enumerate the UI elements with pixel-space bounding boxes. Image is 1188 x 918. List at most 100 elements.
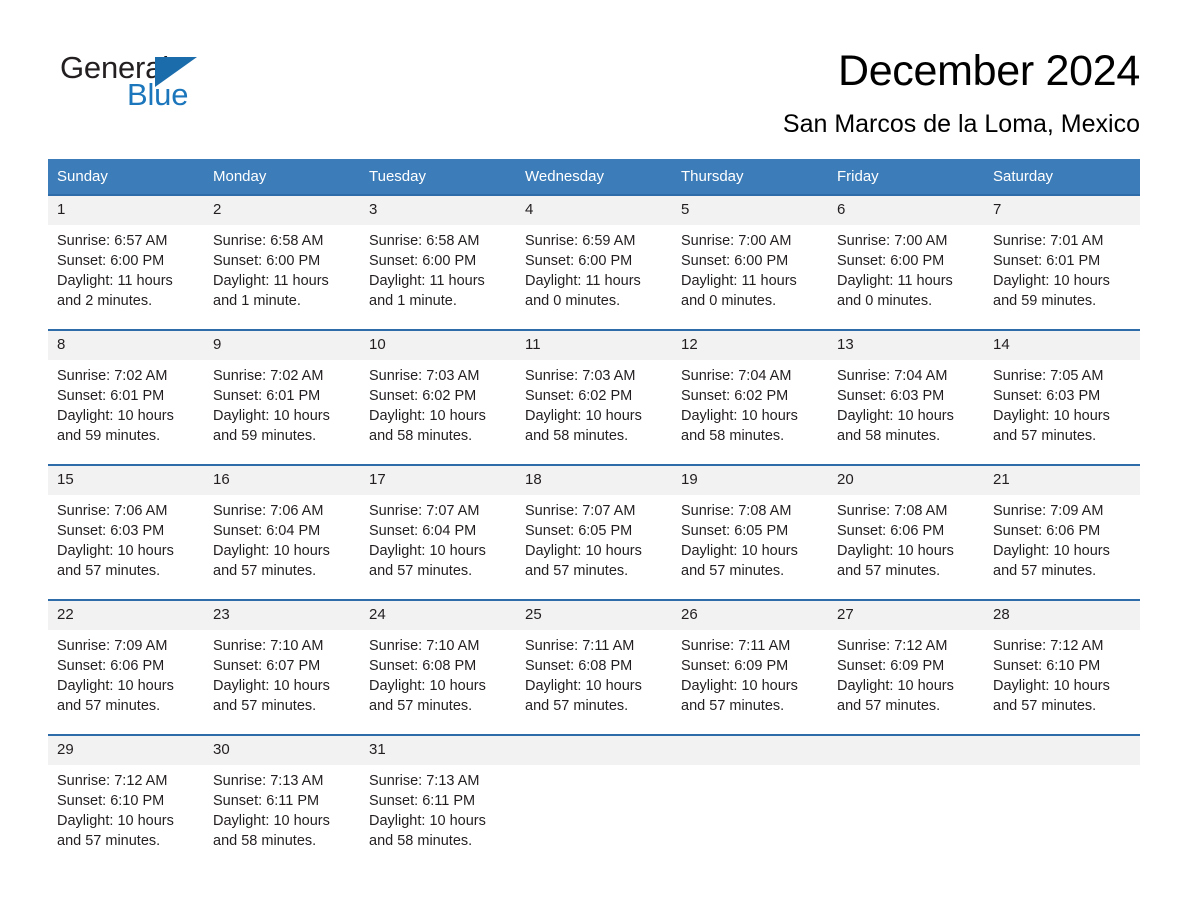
sunrise-text: Sunrise: 7:00 AM [681,233,792,249]
sunset-text: Sunset: 6:08 PM [369,658,477,674]
daylight-text-line2: and 57 minutes. [213,698,317,714]
sunset-text: Sunset: 6:10 PM [993,658,1101,674]
sunrise-text: Sunrise: 7:07 AM [369,503,480,519]
daylight-text-line2: and 59 minutes. [993,293,1097,309]
day-cell[interactable]: 8 Sunrise: 7:02 AM Sunset: 6:01 PM Dayli… [48,329,204,465]
day-cell[interactable]: 10 Sunrise: 7:03 AM Sunset: 6:02 PM Dayl… [360,329,516,465]
sunset-text: Sunset: 6:03 PM [993,388,1101,404]
daylight-text-line1: Daylight: 10 hours [369,543,486,559]
day-details: Sunrise: 7:00 AM Sunset: 6:00 PM Dayligh… [672,225,828,311]
day-cell[interactable]: 7 Sunrise: 7:01 AM Sunset: 6:01 PM Dayli… [984,194,1140,330]
daylight-text-line1: Daylight: 11 hours [525,273,641,289]
day-number: 27 [828,601,984,630]
day-details: Sunrise: 7:00 AM Sunset: 6:00 PM Dayligh… [828,225,984,311]
day-number: 6 [828,196,984,225]
sunset-text: Sunset: 6:11 PM [369,793,476,809]
sunset-text: Sunset: 6:00 PM [837,253,945,269]
day-details: Sunrise: 7:11 AM Sunset: 6:09 PM Dayligh… [672,630,828,716]
day-cell[interactable]: 31 Sunrise: 7:13 AM Sunset: 6:11 PM Dayl… [360,734,516,870]
sunrise-text: Sunrise: 7:06 AM [57,503,168,519]
day-cell[interactable]: 27 Sunrise: 7:12 AM Sunset: 6:09 PM Dayl… [828,599,984,735]
sunset-text: Sunset: 6:00 PM [681,253,789,269]
sunset-text: Sunset: 6:09 PM [681,658,789,674]
day-details: Sunrise: 7:07 AM Sunset: 6:04 PM Dayligh… [360,495,516,581]
day-header-sunday: Sunday [48,159,204,195]
day-cell[interactable]: 2 Sunrise: 6:58 AM Sunset: 6:00 PM Dayli… [204,194,360,330]
day-cell[interactable]: 29 Sunrise: 7:12 AM Sunset: 6:10 PM Dayl… [48,734,204,870]
daylight-text-line2: and 59 minutes. [57,428,161,444]
day-cell[interactable]: 5 Sunrise: 7:00 AM Sunset: 6:00 PM Dayli… [672,194,828,330]
day-cell-empty [828,734,984,870]
calendar-body: 1 Sunrise: 6:57 AM Sunset: 6:00 PM Dayli… [48,194,1140,870]
day-number: 1 [48,196,204,225]
sunrise-text: Sunrise: 7:01 AM [993,233,1104,249]
day-cell[interactable]: 24 Sunrise: 7:10 AM Sunset: 6:08 PM Dayl… [360,599,516,735]
day-number: 25 [516,601,672,630]
sunset-text: Sunset: 6:02 PM [681,388,789,404]
day-cell[interactable]: 12 Sunrise: 7:04 AM Sunset: 6:02 PM Dayl… [672,329,828,465]
sunrise-text: Sunrise: 7:12 AM [993,638,1104,654]
sunrise-text: Sunrise: 7:12 AM [57,773,168,789]
page-title: December 2024 [837,47,1140,95]
daylight-text-line2: and 57 minutes. [213,563,317,579]
day-cell[interactable]: 21 Sunrise: 7:09 AM Sunset: 6:06 PM Dayl… [984,464,1140,600]
day-details: Sunrise: 7:12 AM Sunset: 6:10 PM Dayligh… [984,630,1140,716]
day-cell[interactable]: 19 Sunrise: 7:08 AM Sunset: 6:05 PM Dayl… [672,464,828,600]
day-cell[interactable]: 15 Sunrise: 7:06 AM Sunset: 6:03 PM Dayl… [48,464,204,600]
day-cell[interactable]: 20 Sunrise: 7:08 AM Sunset: 6:06 PM Dayl… [828,464,984,600]
general-blue-logo[interactable]: General Blue [48,44,258,116]
daylight-text-line1: Daylight: 10 hours [837,678,954,694]
day-number: 24 [360,601,516,630]
day-number: 3 [360,196,516,225]
day-cell[interactable]: 28 Sunrise: 7:12 AM Sunset: 6:10 PM Dayl… [984,599,1140,735]
sunrise-text: Sunrise: 6:57 AM [57,233,168,249]
daylight-text-line1: Daylight: 10 hours [837,543,954,559]
day-cell[interactable]: 23 Sunrise: 7:10 AM Sunset: 6:07 PM Dayl… [204,599,360,735]
day-number: 16 [204,466,360,495]
day-details: Sunrise: 7:01 AM Sunset: 6:01 PM Dayligh… [984,225,1140,311]
day-details: Sunrise: 7:10 AM Sunset: 6:07 PM Dayligh… [204,630,360,716]
sunrise-text: Sunrise: 7:13 AM [213,773,324,789]
sunrise-text: Sunrise: 6:58 AM [213,233,324,249]
sunrise-text: Sunrise: 7:11 AM [525,638,635,654]
daylight-text-line2: and 57 minutes. [369,698,473,714]
day-cell[interactable]: 6 Sunrise: 7:00 AM Sunset: 6:00 PM Dayli… [828,194,984,330]
daylight-text-line1: Daylight: 10 hours [213,543,330,559]
sunrise-text: Sunrise: 7:04 AM [681,368,792,384]
daylight-text-line2: and 58 minutes. [369,428,473,444]
sunset-text: Sunset: 6:06 PM [57,658,165,674]
day-cell[interactable]: 16 Sunrise: 7:06 AM Sunset: 6:04 PM Dayl… [204,464,360,600]
daylight-text-line1: Daylight: 10 hours [57,408,174,424]
day-number: 4 [516,196,672,225]
daylight-text-line1: Daylight: 10 hours [213,678,330,694]
day-cell[interactable]: 3 Sunrise: 6:58 AM Sunset: 6:00 PM Dayli… [360,194,516,330]
day-cell[interactable]: 25 Sunrise: 7:11 AM Sunset: 6:08 PM Dayl… [516,599,672,735]
day-number [672,736,828,765]
day-number: 26 [672,601,828,630]
day-number: 28 [984,601,1140,630]
daylight-text-line1: Daylight: 10 hours [213,813,330,829]
day-number [516,736,672,765]
day-cell[interactable]: 4 Sunrise: 6:59 AM Sunset: 6:00 PM Dayli… [516,194,672,330]
daylight-text-line2: and 58 minutes. [837,428,941,444]
day-cell[interactable]: 14 Sunrise: 7:05 AM Sunset: 6:03 PM Dayl… [984,329,1140,465]
day-cell[interactable]: 18 Sunrise: 7:07 AM Sunset: 6:05 PM Dayl… [516,464,672,600]
day-number: 10 [360,331,516,360]
day-number: 17 [360,466,516,495]
day-details: Sunrise: 6:57 AM Sunset: 6:00 PM Dayligh… [48,225,204,311]
sunset-text: Sunset: 6:03 PM [57,523,165,539]
day-cell[interactable]: 26 Sunrise: 7:11 AM Sunset: 6:09 PM Dayl… [672,599,828,735]
daylight-text-line1: Daylight: 11 hours [369,273,485,289]
day-cell[interactable]: 22 Sunrise: 7:09 AM Sunset: 6:06 PM Dayl… [48,599,204,735]
day-cell[interactable]: 13 Sunrise: 7:04 AM Sunset: 6:03 PM Dayl… [828,329,984,465]
day-details: Sunrise: 7:11 AM Sunset: 6:08 PM Dayligh… [516,630,672,716]
day-number: 12 [672,331,828,360]
day-cell[interactable]: 30 Sunrise: 7:13 AM Sunset: 6:11 PM Dayl… [204,734,360,870]
daylight-text-line2: and 58 minutes. [525,428,629,444]
day-cell[interactable]: 1 Sunrise: 6:57 AM Sunset: 6:00 PM Dayli… [48,194,204,330]
day-cell[interactable]: 11 Sunrise: 7:03 AM Sunset: 6:02 PM Dayl… [516,329,672,465]
day-cell[interactable]: 9 Sunrise: 7:02 AM Sunset: 6:01 PM Dayli… [204,329,360,465]
day-cell[interactable]: 17 Sunrise: 7:07 AM Sunset: 6:04 PM Dayl… [360,464,516,600]
daylight-text-line1: Daylight: 10 hours [57,543,174,559]
sunset-text: Sunset: 6:09 PM [837,658,945,674]
